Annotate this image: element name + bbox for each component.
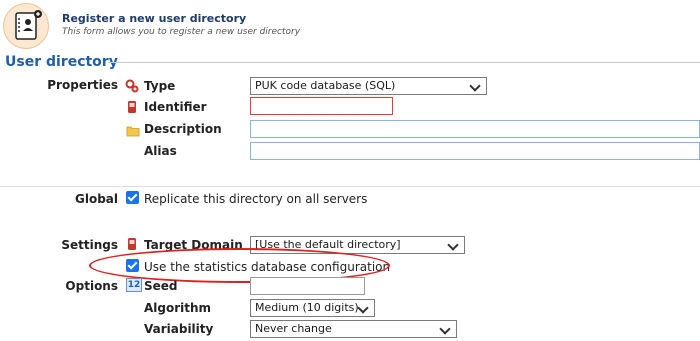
chevron-down-icon [357,302,369,314]
replicate-checkbox[interactable] [126,191,139,204]
algorithm-value: Medium (10 digits) [255,301,359,314]
options-label: Options [65,279,118,293]
page-title: Register a new user directory [62,12,247,25]
global-label: Global [74,192,118,206]
description-input[interactable] [250,120,700,138]
user-directory-icon [3,3,49,49]
number-icon: 12 [126,278,142,292]
section-title: User directory [5,54,118,70]
folder-icon [126,122,140,141]
variability-value: Never change [255,322,332,335]
chevron-down-icon [439,323,451,335]
gear-icon [125,78,139,97]
description-label: Description [144,122,222,136]
variability-select[interactable]: Never change [250,320,457,338]
identifier-label: Identifier [144,100,207,114]
alias-label: Alias [144,144,177,158]
page-subtitle: This form allows you to register a new u… [62,27,301,37]
section-divider [108,62,700,63]
alias-input[interactable] [250,142,700,160]
properties-label: Properties [47,78,118,92]
seed-label: Seed [144,279,178,293]
notebook-icon [15,10,42,40]
type-label: Type [144,79,176,93]
settings-label: Settings [61,238,118,252]
replicate-label: Replicate this directory on all servers [144,192,368,206]
identifier-input[interactable] [250,97,393,115]
chevron-down-icon [469,80,481,92]
phone-icon [126,99,138,118]
variability-label: Variability [144,322,214,336]
type-select[interactable]: PUK code database (SQL) [250,77,487,95]
seed-input[interactable] [250,277,365,295]
algorithm-select[interactable]: Medium (10 digits) [250,299,375,317]
chevron-down-icon [447,239,459,251]
type-select-value: PUK code database (SQL) [255,79,396,92]
algorithm-label: Algorithm [144,301,212,315]
panel-divider [0,186,700,187]
